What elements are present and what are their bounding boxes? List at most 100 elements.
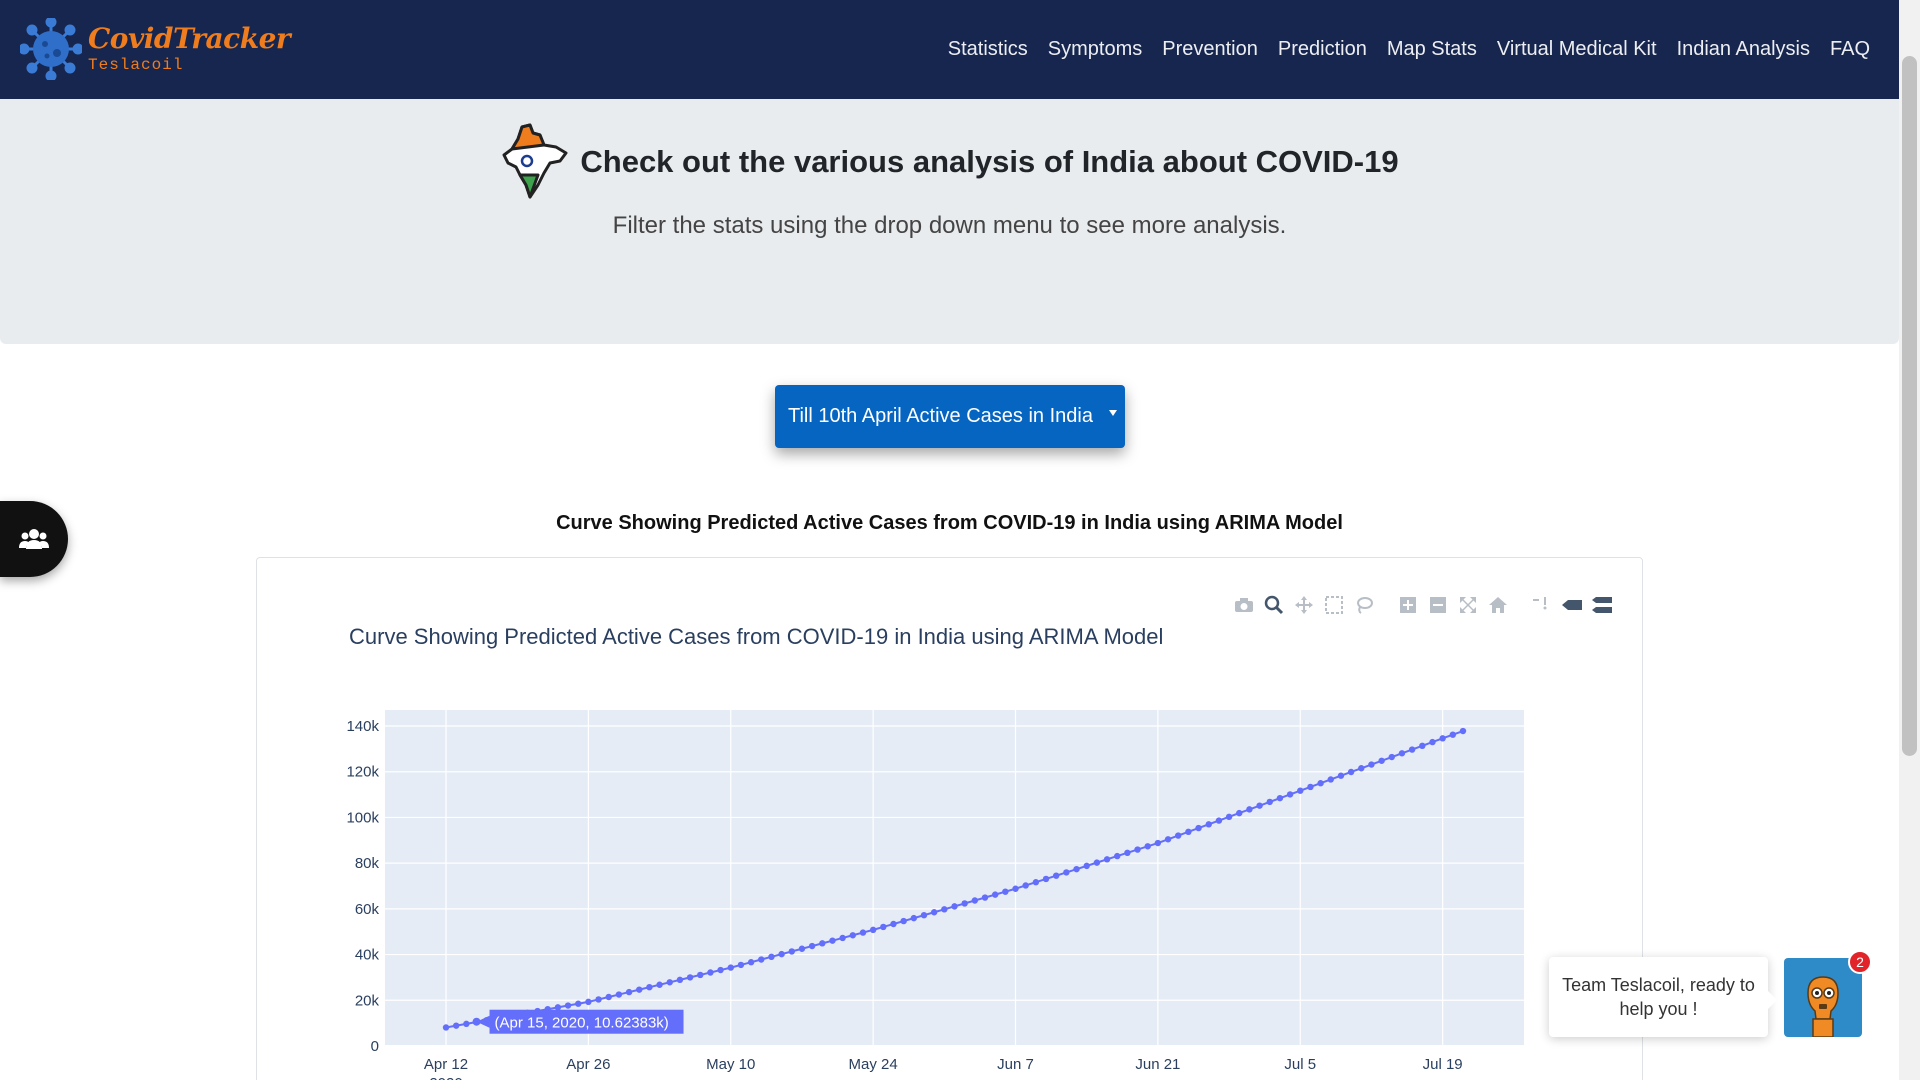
arima-line-chart[interactable]: 0 20k 40k 60k 80k 100k 120k 140k Apr 12 Apr 26 May… — [256, 690, 1643, 1080]
x-tick-label: Jun 21 — [1135, 1056, 1180, 1073]
nav-indian-analysis[interactable]: Indian Analysis — [1677, 38, 1810, 61]
series-point — [941, 906, 948, 913]
series-point — [1317, 780, 1324, 787]
x-tick-label: May 10 — [706, 1056, 755, 1073]
series-point — [1439, 735, 1446, 742]
series-point — [1449, 731, 1457, 738]
zoom-out-icon[interactable] — [1427, 594, 1449, 616]
series-point — [951, 903, 958, 910]
hero-title: Check out the various analysis of India … — [580, 144, 1399, 179]
series-point — [636, 986, 643, 993]
nav-statistics[interactable]: Statistics — [948, 38, 1028, 61]
chat-notification-badge: 2 — [1848, 950, 1872, 974]
series-point — [585, 998, 592, 1006]
hover-compare-icon[interactable] — [1591, 594, 1613, 616]
pan-icon[interactable] — [1293, 594, 1315, 616]
chat-greeting-bubble: Team Teslacoil, ready to help you ! — [1549, 957, 1777, 1037]
series-point — [930, 909, 938, 916]
series-point — [1388, 753, 1395, 761]
series-point — [1286, 791, 1294, 798]
x-tick-label: Apr 26 — [566, 1056, 610, 1073]
series-point — [1134, 846, 1141, 853]
series-point — [1408, 746, 1416, 753]
series-point — [778, 950, 785, 958]
analysis-select-dropdown[interactable]: Till 10th April Active Cases in India — [775, 385, 1125, 448]
series-point — [880, 923, 887, 931]
nav-faq[interactable]: FAQ — [1830, 38, 1870, 61]
series-point — [656, 981, 663, 988]
series-point — [442, 1024, 450, 1031]
series-point — [961, 900, 968, 907]
hero-jumbotron: Check out the various analysis of India … — [0, 99, 1899, 344]
series-point — [991, 891, 999, 898]
series-point — [1347, 768, 1355, 776]
series-point — [808, 942, 816, 950]
series-point — [869, 926, 877, 934]
india-map-icon — [502, 123, 568, 199]
series-point — [1032, 879, 1040, 886]
zoom-icon[interactable] — [1263, 594, 1285, 616]
autoscale-icon[interactable] — [1457, 594, 1479, 616]
brand[interactable]: CovidTracker Teslacoil — [20, 18, 291, 80]
scrollbar-thumb[interactable] — [1902, 56, 1917, 756]
page-scrollbar[interactable] — [1899, 0, 1920, 1080]
box-select-icon[interactable] — [1323, 594, 1345, 616]
reset-axes-icon[interactable] — [1487, 594, 1509, 616]
series-point — [554, 1004, 562, 1011]
nav-map-stats[interactable]: Map Stats — [1387, 38, 1477, 61]
series-point — [1307, 783, 1314, 791]
hover-closest-icon[interactable] — [1561, 594, 1583, 616]
series-point — [1093, 859, 1101, 866]
series-point — [1195, 824, 1202, 832]
series-point — [697, 971, 704, 979]
series-point — [971, 897, 979, 904]
hero-subtitle: Filter the stats using the drop down men… — [612, 212, 1287, 239]
series-point — [1175, 832, 1182, 839]
nav-prevention[interactable]: Prevention — [1162, 38, 1258, 61]
series-point — [798, 945, 806, 952]
series-point — [676, 976, 684, 984]
nav-symptoms[interactable]: Symptoms — [1048, 38, 1142, 61]
series-point — [717, 966, 724, 974]
camera-icon[interactable] — [1233, 594, 1255, 616]
series-point — [1164, 836, 1172, 843]
series-point — [1246, 806, 1253, 813]
series-point — [1205, 821, 1212, 828]
plot-modebar — [1225, 592, 1613, 618]
y-tick-label: 0 — [371, 1038, 379, 1055]
series-point — [1297, 787, 1304, 794]
series-point — [747, 959, 755, 966]
nav-prediction[interactable]: Prediction — [1278, 38, 1367, 61]
spike-lines-icon[interactable] — [1531, 594, 1553, 616]
dropdown-selected-value: Till 10th April Active Cases in India — [788, 405, 1093, 427]
series-point — [1358, 765, 1365, 772]
series-point — [564, 1002, 572, 1009]
series-point — [1459, 727, 1467, 735]
y-tick-label: 140k — [346, 718, 379, 735]
lasso-icon[interactable] — [1353, 594, 1375, 616]
series-point — [1378, 757, 1385, 764]
section-title: Curve Showing Predicted Active Cases fro… — [556, 512, 1343, 534]
plot-title: Curve Showing Predicted Active Cases fro… — [349, 624, 1164, 649]
series-point — [900, 917, 907, 925]
series-point — [1266, 798, 1273, 806]
zoom-in-icon[interactable] — [1397, 594, 1419, 616]
series-point — [768, 953, 775, 961]
virus-logo-icon — [20, 18, 82, 80]
series-point — [1073, 865, 1080, 873]
series-point — [1144, 843, 1151, 850]
series-point — [1114, 852, 1121, 860]
series-point — [1103, 856, 1111, 863]
series-point — [1083, 862, 1090, 870]
series-point — [686, 974, 694, 981]
series-point — [758, 956, 765, 963]
series-point — [452, 1022, 460, 1029]
series-point — [1022, 882, 1029, 889]
nav-virtual-medical-kit[interactable]: Virtual Medical Kit — [1497, 38, 1657, 61]
series-point — [707, 969, 714, 976]
hover-label-text: (Apr 15, 2020, 10.62383k) — [495, 1015, 669, 1032]
series-point — [1337, 772, 1345, 779]
y-tick-label: 120k — [346, 764, 379, 781]
series-point — [1052, 872, 1060, 879]
series-point — [788, 948, 795, 955]
